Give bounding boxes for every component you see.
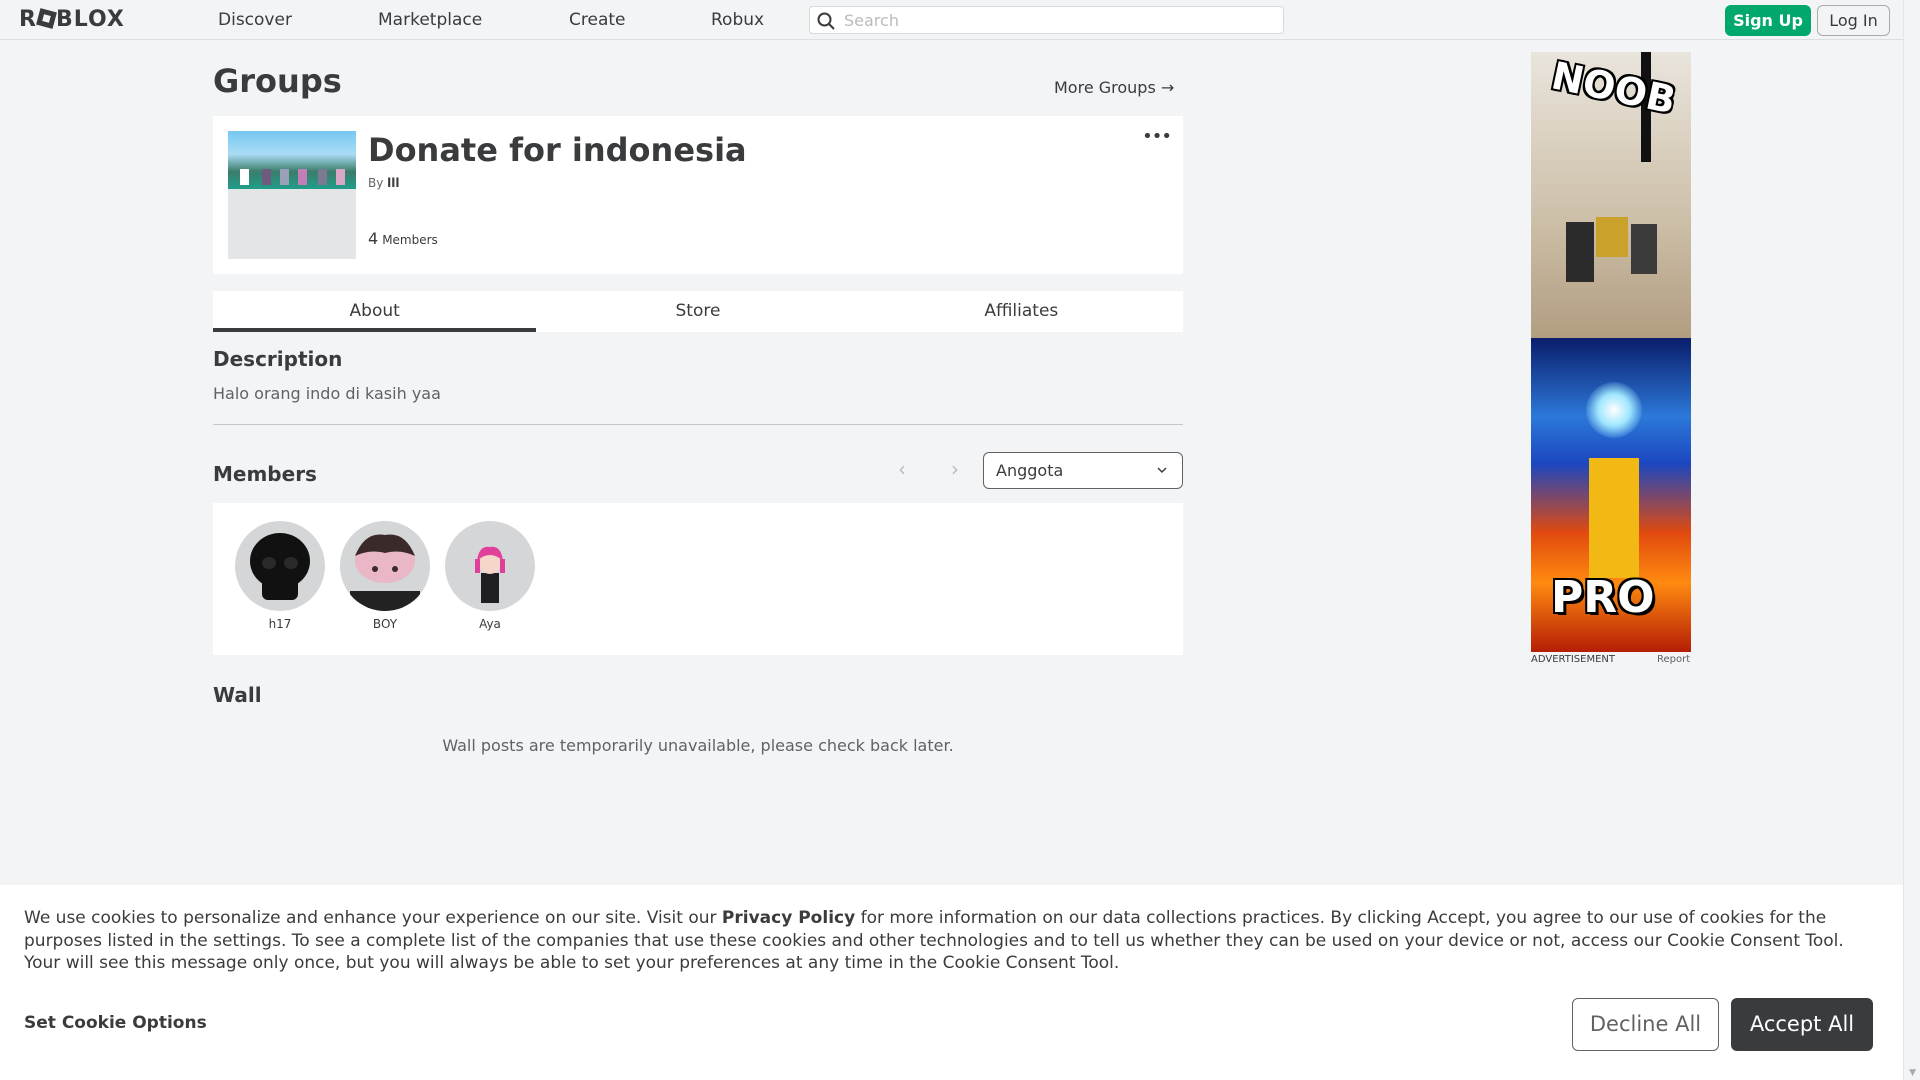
accept-all-button[interactable]: Accept All — [1731, 998, 1873, 1051]
chevron-down-icon — [1157, 467, 1167, 474]
emblem-figure — [280, 169, 289, 185]
members-heading: Members — [213, 462, 317, 486]
wall-heading: Wall — [213, 683, 262, 707]
tab-store[interactable]: Store — [536, 291, 859, 332]
member-name[interactable]: Aya — [445, 617, 535, 631]
search-input[interactable] — [844, 9, 1274, 31]
ad-figure — [1596, 217, 1628, 257]
chevron-right-icon[interactable]: › — [951, 457, 959, 481]
aya-avatar-icon — [475, 546, 505, 603]
nav-link-discover[interactable]: Discover — [218, 10, 292, 30]
emblem-figure — [262, 169, 271, 185]
member-card[interactable]: Aya — [445, 521, 535, 631]
nav-link-marketplace[interactable]: Marketplace — [378, 10, 482, 30]
advertisement-banner[interactable]: NOOB PRO — [1531, 52, 1691, 652]
group-header-card: Donate for indonesia By lll 4 Members ••• — [213, 116, 1183, 274]
group-owner-line: By lll — [368, 176, 400, 190]
chevron-left-icon[interactable]: ‹ — [898, 457, 906, 481]
page-title: Groups — [213, 62, 342, 100]
group-description: Halo orang indo di kasih yaa — [213, 384, 441, 403]
ad-figure — [1631, 224, 1657, 274]
emblem-figure — [318, 169, 327, 185]
more-options-icon[interactable]: ••• — [1142, 126, 1172, 147]
ad-bottom-text: PRO — [1551, 572, 1655, 623]
members-list: h17 BOY Aya — [213, 503, 1183, 655]
member-name[interactable]: h17 — [235, 617, 325, 631]
by-label: By — [368, 176, 384, 190]
section-divider — [213, 424, 1183, 425]
group-emblem-image — [228, 131, 356, 259]
cookie-consent-banner: We use cookies to personalize and enhanc… — [0, 885, 1903, 1080]
description-heading: Description — [213, 347, 343, 371]
advertisement-label: ADVERTISEMENT — [1531, 654, 1616, 665]
page-scrollbar[interactable]: ▼ — [1903, 0, 1920, 1080]
member-card[interactable]: h17 — [235, 521, 325, 631]
more-groups-link[interactable]: More Groups → — [1054, 78, 1174, 97]
role-selected-value: Anggota — [996, 461, 1064, 480]
avatar — [340, 521, 430, 611]
search-box[interactable] — [809, 6, 1284, 34]
roblox-logo[interactable]: R BLOX — [19, 8, 125, 31]
emblem-figure — [298, 169, 307, 185]
cookie-text-before: We use cookies to personalize and enhanc… — [24, 908, 717, 928]
emblem-figure — [240, 169, 249, 185]
search-icon — [817, 12, 835, 30]
group-owner-link[interactable]: lll — [387, 176, 399, 190]
member-name[interactable]: BOY — [340, 617, 430, 631]
boy-avatar-icon — [350, 534, 420, 611]
avatar — [235, 521, 325, 611]
cookie-message: We use cookies to personalize and enhanc… — [24, 907, 1884, 975]
wall-unavailable-message: Wall posts are temporarily unavailable, … — [442, 736, 954, 755]
ad-figure — [1566, 222, 1594, 282]
top-navigation-bar: R BLOX Discover Marketplace Create Robux … — [0, 0, 1903, 40]
ad-top-panel: NOOB — [1531, 52, 1691, 338]
nav-link-robux[interactable]: Robux — [711, 10, 764, 30]
member-count-label: Members — [382, 233, 438, 247]
emblem-figure — [336, 169, 345, 185]
member-count-value: 4 — [368, 229, 379, 248]
nav-link-create[interactable]: Create — [569, 10, 626, 30]
tab-about[interactable]: About — [213, 291, 537, 332]
role-dropdown[interactable]: Anggota — [983, 452, 1183, 489]
ad-report-link[interactable]: Report — [1657, 654, 1690, 665]
sign-up-button[interactable]: Sign Up — [1725, 5, 1811, 36]
skull-avatar-icon — [250, 533, 310, 600]
decline-all-button[interactable]: Decline All — [1572, 998, 1719, 1051]
tab-affiliates[interactable]: Affiliates — [860, 291, 1183, 332]
privacy-policy-link[interactable]: Privacy Policy — [722, 908, 855, 928]
group-emblem-scene — [228, 131, 356, 189]
group-name: Donate for indonesia — [368, 131, 747, 169]
member-card[interactable]: BOY — [340, 521, 430, 631]
group-tabs: About Store Affiliates — [213, 291, 1183, 332]
ad-hero-figure — [1589, 458, 1639, 578]
set-cookie-options-link[interactable]: Set Cookie Options — [24, 1013, 207, 1033]
ad-top-text: NOOB — [1547, 53, 1680, 123]
avatar — [445, 521, 535, 611]
ad-energy-orb — [1586, 382, 1642, 438]
scroll-down-arrow-icon[interactable]: ▼ — [1909, 1068, 1916, 1078]
log-in-button[interactable]: Log In — [1817, 5, 1890, 36]
group-member-count: 4 Members — [368, 229, 438, 248]
